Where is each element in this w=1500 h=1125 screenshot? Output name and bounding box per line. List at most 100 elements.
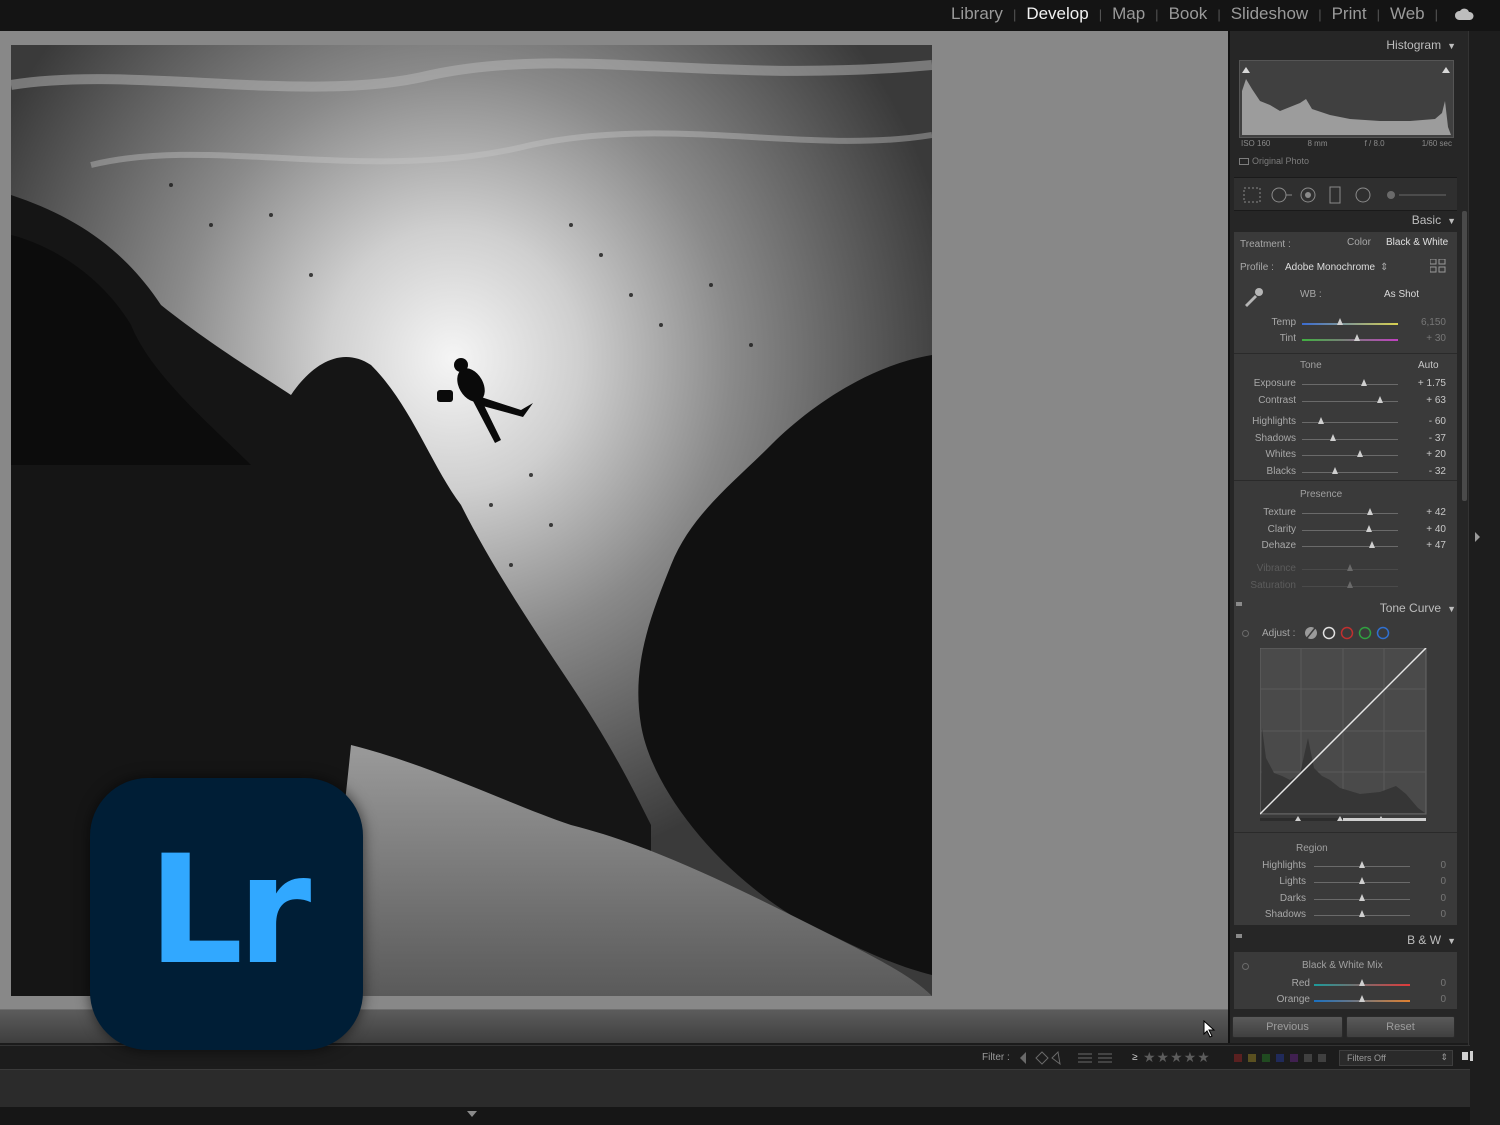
module-develop[interactable]: Develop xyxy=(1024,4,1090,24)
filmstrip[interactable] xyxy=(0,1069,1470,1107)
slider-thumb-clarity[interactable] xyxy=(1366,525,1373,532)
slider-value-dehaze[interactable]: + 47 xyxy=(1410,540,1446,551)
bw-channel-value[interactable]: 0 xyxy=(1410,994,1446,1005)
slider-value-exposure[interactable]: + 1.75 xyxy=(1410,378,1446,389)
brush-size-slider-icon[interactable] xyxy=(1387,191,1446,199)
filter-lock-icon[interactable] xyxy=(1462,1052,1468,1060)
reset-button[interactable]: Reset xyxy=(1346,1016,1455,1038)
module-library[interactable]: Library xyxy=(949,4,1005,24)
graduated-filter-icon[interactable] xyxy=(1329,186,1341,204)
wb-eyedropper-icon[interactable] xyxy=(1242,286,1264,308)
parametric-curve-icon[interactable] xyxy=(1305,627,1317,639)
gray-label-swatch[interactable] xyxy=(1304,1054,1312,1062)
histogram-panel-header[interactable]: Histogram ▼ xyxy=(1386,38,1456,52)
slider-thumb-contrast[interactable] xyxy=(1376,396,1383,403)
wb-dropdown[interactable]: As Shot xyxy=(1384,289,1419,300)
green-label-swatch[interactable] xyxy=(1262,1054,1270,1062)
region-slider-thumb[interactable] xyxy=(1359,877,1365,884)
slider-track-blacks[interactable] xyxy=(1302,472,1398,473)
treatment-bw-option[interactable]: Black & White xyxy=(1386,237,1448,248)
original-photo-checkbox[interactable] xyxy=(1239,158,1249,166)
module-book[interactable]: Book xyxy=(1167,4,1210,24)
radial-filter-icon[interactable] xyxy=(1355,187,1371,203)
slider-value-clarity[interactable]: + 40 xyxy=(1410,524,1446,535)
point-curve-white-icon[interactable] xyxy=(1322,626,1336,640)
slider-track-dehaze[interactable] xyxy=(1302,546,1398,547)
profile-dropdown[interactable]: Adobe Monochrome xyxy=(1285,262,1375,273)
star-rating-filter[interactable]: ★★★★★ xyxy=(1143,1049,1211,1066)
module-slideshow[interactable]: Slideshow xyxy=(1229,4,1311,24)
shadow-clipping-icon[interactable] xyxy=(1242,67,1250,73)
panel-switch-icon[interactable] xyxy=(1236,602,1242,606)
custom-label-swatch[interactable] xyxy=(1318,1054,1326,1062)
bw-slider-thumb[interactable] xyxy=(1359,979,1365,986)
slider-thumb-exposure[interactable] xyxy=(1361,379,1368,386)
tint-slider-thumb[interactable] xyxy=(1353,334,1360,341)
rating-operator[interactable]: ≥ xyxy=(1132,1052,1138,1063)
target-adjust-icon[interactable] xyxy=(1242,963,1249,970)
cloud-icon[interactable] xyxy=(1454,7,1474,21)
profile-browser-grid-icon[interactable] xyxy=(1430,259,1446,273)
region-value[interactable]: 0 xyxy=(1410,876,1446,887)
point-curve-red-icon[interactable] xyxy=(1340,626,1354,640)
histogram[interactable] xyxy=(1239,60,1454,138)
tone-curve-panel-header[interactable]: Tone Curve ▼ xyxy=(1380,601,1456,615)
panel-scrollbar[interactable] xyxy=(1462,211,1467,501)
yellow-label-swatch[interactable] xyxy=(1248,1054,1256,1062)
region-value[interactable]: 0 xyxy=(1410,860,1446,871)
flag-filter-icons[interactable] xyxy=(1016,1050,1062,1066)
slider-thumb-highlights[interactable] xyxy=(1318,417,1325,424)
module-print[interactable]: Print xyxy=(1330,4,1369,24)
filters-dropdown[interactable]: Filters Off ⇕ xyxy=(1339,1050,1453,1066)
slider-track-clarity[interactable] xyxy=(1302,530,1398,531)
highlight-clipping-icon[interactable] xyxy=(1442,67,1450,73)
slider-value-contrast[interactable]: + 63 xyxy=(1410,395,1446,406)
slider-track-highlights[interactable] xyxy=(1302,422,1398,423)
slider-track-shadows[interactable] xyxy=(1302,439,1398,440)
slider-value-blacks[interactable]: - 32 xyxy=(1410,466,1446,477)
auto-tone-button[interactable]: Auto xyxy=(1418,360,1439,371)
bottom-panel-toggle-icon[interactable] xyxy=(467,1111,477,1118)
temp-value[interactable]: 6,150 xyxy=(1410,317,1446,328)
point-curve-green-icon[interactable] xyxy=(1358,626,1372,640)
spot-removal-icon[interactable] xyxy=(1271,187,1292,203)
region-slider-thumb[interactable] xyxy=(1359,910,1365,917)
tone-curve-graph[interactable] xyxy=(1260,648,1428,824)
edit-filter-icons[interactable] xyxy=(1076,1051,1116,1065)
point-curve-blue-icon[interactable] xyxy=(1376,626,1390,640)
slider-track-contrast[interactable] xyxy=(1302,401,1398,402)
slider-value-highlights[interactable]: - 60 xyxy=(1410,416,1446,427)
tint-slider-track[interactable] xyxy=(1302,339,1398,341)
red-eye-icon[interactable] xyxy=(1300,187,1316,203)
region-slider-thumb[interactable] xyxy=(1359,894,1365,901)
slider-thumb-saturation[interactable] xyxy=(1347,581,1353,588)
module-map[interactable]: Map xyxy=(1110,4,1147,24)
slider-thumb-vibrance[interactable] xyxy=(1347,564,1353,571)
blue-label-swatch[interactable] xyxy=(1276,1054,1284,1062)
slider-thumb-dehaze[interactable] xyxy=(1369,541,1376,548)
bw-slider-thumb[interactable] xyxy=(1359,995,1365,1002)
panel-toggle-arrow-icon[interactable] xyxy=(1473,531,1481,543)
module-web[interactable]: Web xyxy=(1388,4,1427,24)
red-label-swatch[interactable] xyxy=(1234,1054,1242,1062)
dropdown-arrows-icon[interactable]: ⇕ xyxy=(1380,262,1388,273)
slider-thumb-blacks[interactable] xyxy=(1331,467,1338,474)
region-value[interactable]: 0 xyxy=(1410,909,1446,920)
bw-channel-value[interactable]: 0 xyxy=(1410,978,1446,989)
slider-track-whites[interactable] xyxy=(1302,455,1398,456)
panel-switch-icon[interactable] xyxy=(1236,934,1242,938)
original-photo-toggle[interactable]: Original Photo xyxy=(1239,156,1309,166)
target-adjust-icon[interactable] xyxy=(1242,630,1249,637)
slider-value-shadows[interactable]: - 37 xyxy=(1410,433,1446,444)
slider-value-whites[interactable]: + 20 xyxy=(1410,449,1446,460)
temp-slider-thumb[interactable] xyxy=(1337,318,1344,325)
previous-button[interactable]: Previous xyxy=(1232,1016,1343,1038)
purple-label-swatch[interactable] xyxy=(1290,1054,1298,1062)
region-slider-thumb[interactable] xyxy=(1359,861,1365,868)
slider-track-texture[interactable] xyxy=(1302,513,1398,514)
slider-track-exposure[interactable] xyxy=(1302,384,1398,385)
temp-slider-track[interactable] xyxy=(1302,323,1398,325)
slider-value-texture[interactable]: + 42 xyxy=(1410,507,1446,518)
slider-thumb-whites[interactable] xyxy=(1356,450,1363,457)
bw-panel-header[interactable]: B & W ▼ xyxy=(1407,933,1456,947)
